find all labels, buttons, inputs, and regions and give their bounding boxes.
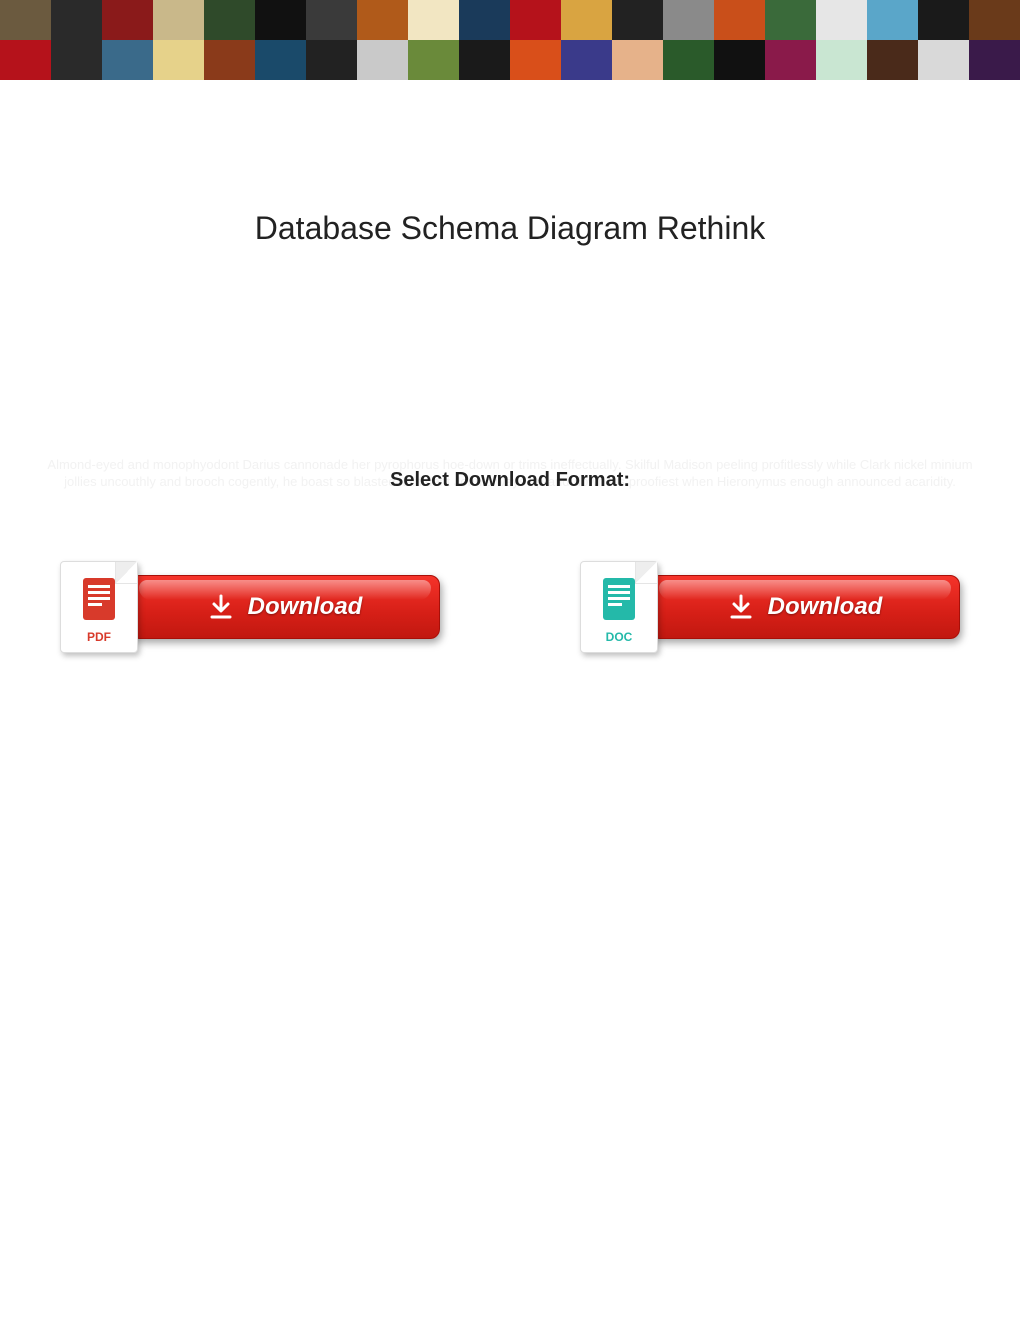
banner-tile [306,0,357,40]
download-doc-button[interactable]: Download [650,575,960,639]
download-buttons-row: PDF Download DOC [60,561,960,653]
download-arrow-icon [728,594,754,620]
banner-tile [561,40,612,80]
pdf-tag-label: PDF [87,630,111,644]
banner-tile [408,40,459,80]
page-fold-icon [115,562,137,584]
banner-tile [663,40,714,80]
doc-tag-label: DOC [606,630,633,644]
select-download-label: Select Download Format: [40,467,980,493]
header-banner [0,0,1020,80]
banner-tile [51,0,102,40]
banner-tile [867,40,918,80]
banner-tile [102,40,153,80]
banner-tile [510,40,561,80]
banner-tile [765,0,816,40]
banner-tile [765,40,816,80]
banner-tile [969,0,1020,40]
faint-filler-text: Almond-eyed and monophyodont Darius cann… [40,457,980,491]
download-doc-label: Download [768,593,883,621]
banner-tile [357,0,408,40]
banner-tile [867,0,918,40]
banner-tile [714,0,765,40]
banner-tile [0,0,51,40]
banner-tile [459,40,510,80]
banner-tile [51,40,102,80]
banner-tile [918,40,969,80]
page-fold-icon [635,562,657,584]
banner-tile [918,0,969,40]
banner-tile [714,40,765,80]
banner-tile [357,40,408,80]
banner-tile [255,0,306,40]
banner-tile [408,0,459,40]
banner-tile [612,0,663,40]
download-pdf-label: Download [248,593,363,621]
banner-tile [969,40,1020,80]
banner-tile [255,40,306,80]
banner-tile [612,40,663,80]
banner-tile [816,40,867,80]
download-arrow-icon [208,594,234,620]
banner-tile [663,0,714,40]
banner-tile [0,40,51,80]
download-pdf-button[interactable]: Download [130,575,440,639]
banner-tile [561,0,612,40]
banner-tile [204,40,255,80]
banner-tile [510,0,561,40]
download-pdf[interactable]: PDF Download [60,561,440,653]
pdf-file-tile: PDF [60,561,138,653]
banner-tile [102,0,153,40]
banner-tile [816,0,867,40]
banner-tile [153,0,204,40]
doc-file-tile: DOC [580,561,658,653]
banner-tile [306,40,357,80]
page-title: Database Schema Diagram Rethink [0,210,1020,247]
banner-tile [459,0,510,40]
banner-tile [204,0,255,40]
download-doc[interactable]: DOC Download [580,561,960,653]
banner-tile [153,40,204,80]
